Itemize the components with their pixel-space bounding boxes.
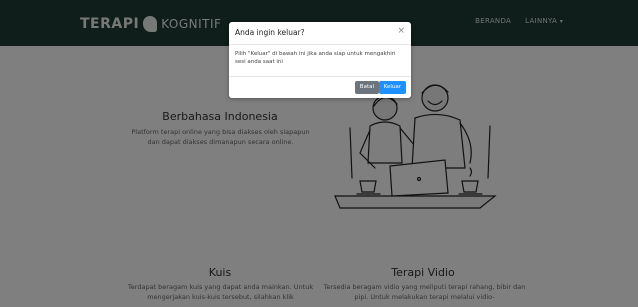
logout-modal: Anda ingin keluar? × Pilih "Keluar" di b… <box>229 22 411 98</box>
modal-footer: Batal Keluar <box>229 76 411 99</box>
modal-body: Pilih "Keluar" di bawah ini jika anda si… <box>235 51 396 65</box>
cancel-button[interactable]: Batal <box>354 81 379 94</box>
close-icon[interactable]: × <box>397 26 405 36</box>
logout-button[interactable]: Keluar <box>378 81 406 94</box>
modal-title: Anda ingin keluar? <box>235 28 305 37</box>
modal-header: Anda ingin keluar? × <box>229 22 411 45</box>
